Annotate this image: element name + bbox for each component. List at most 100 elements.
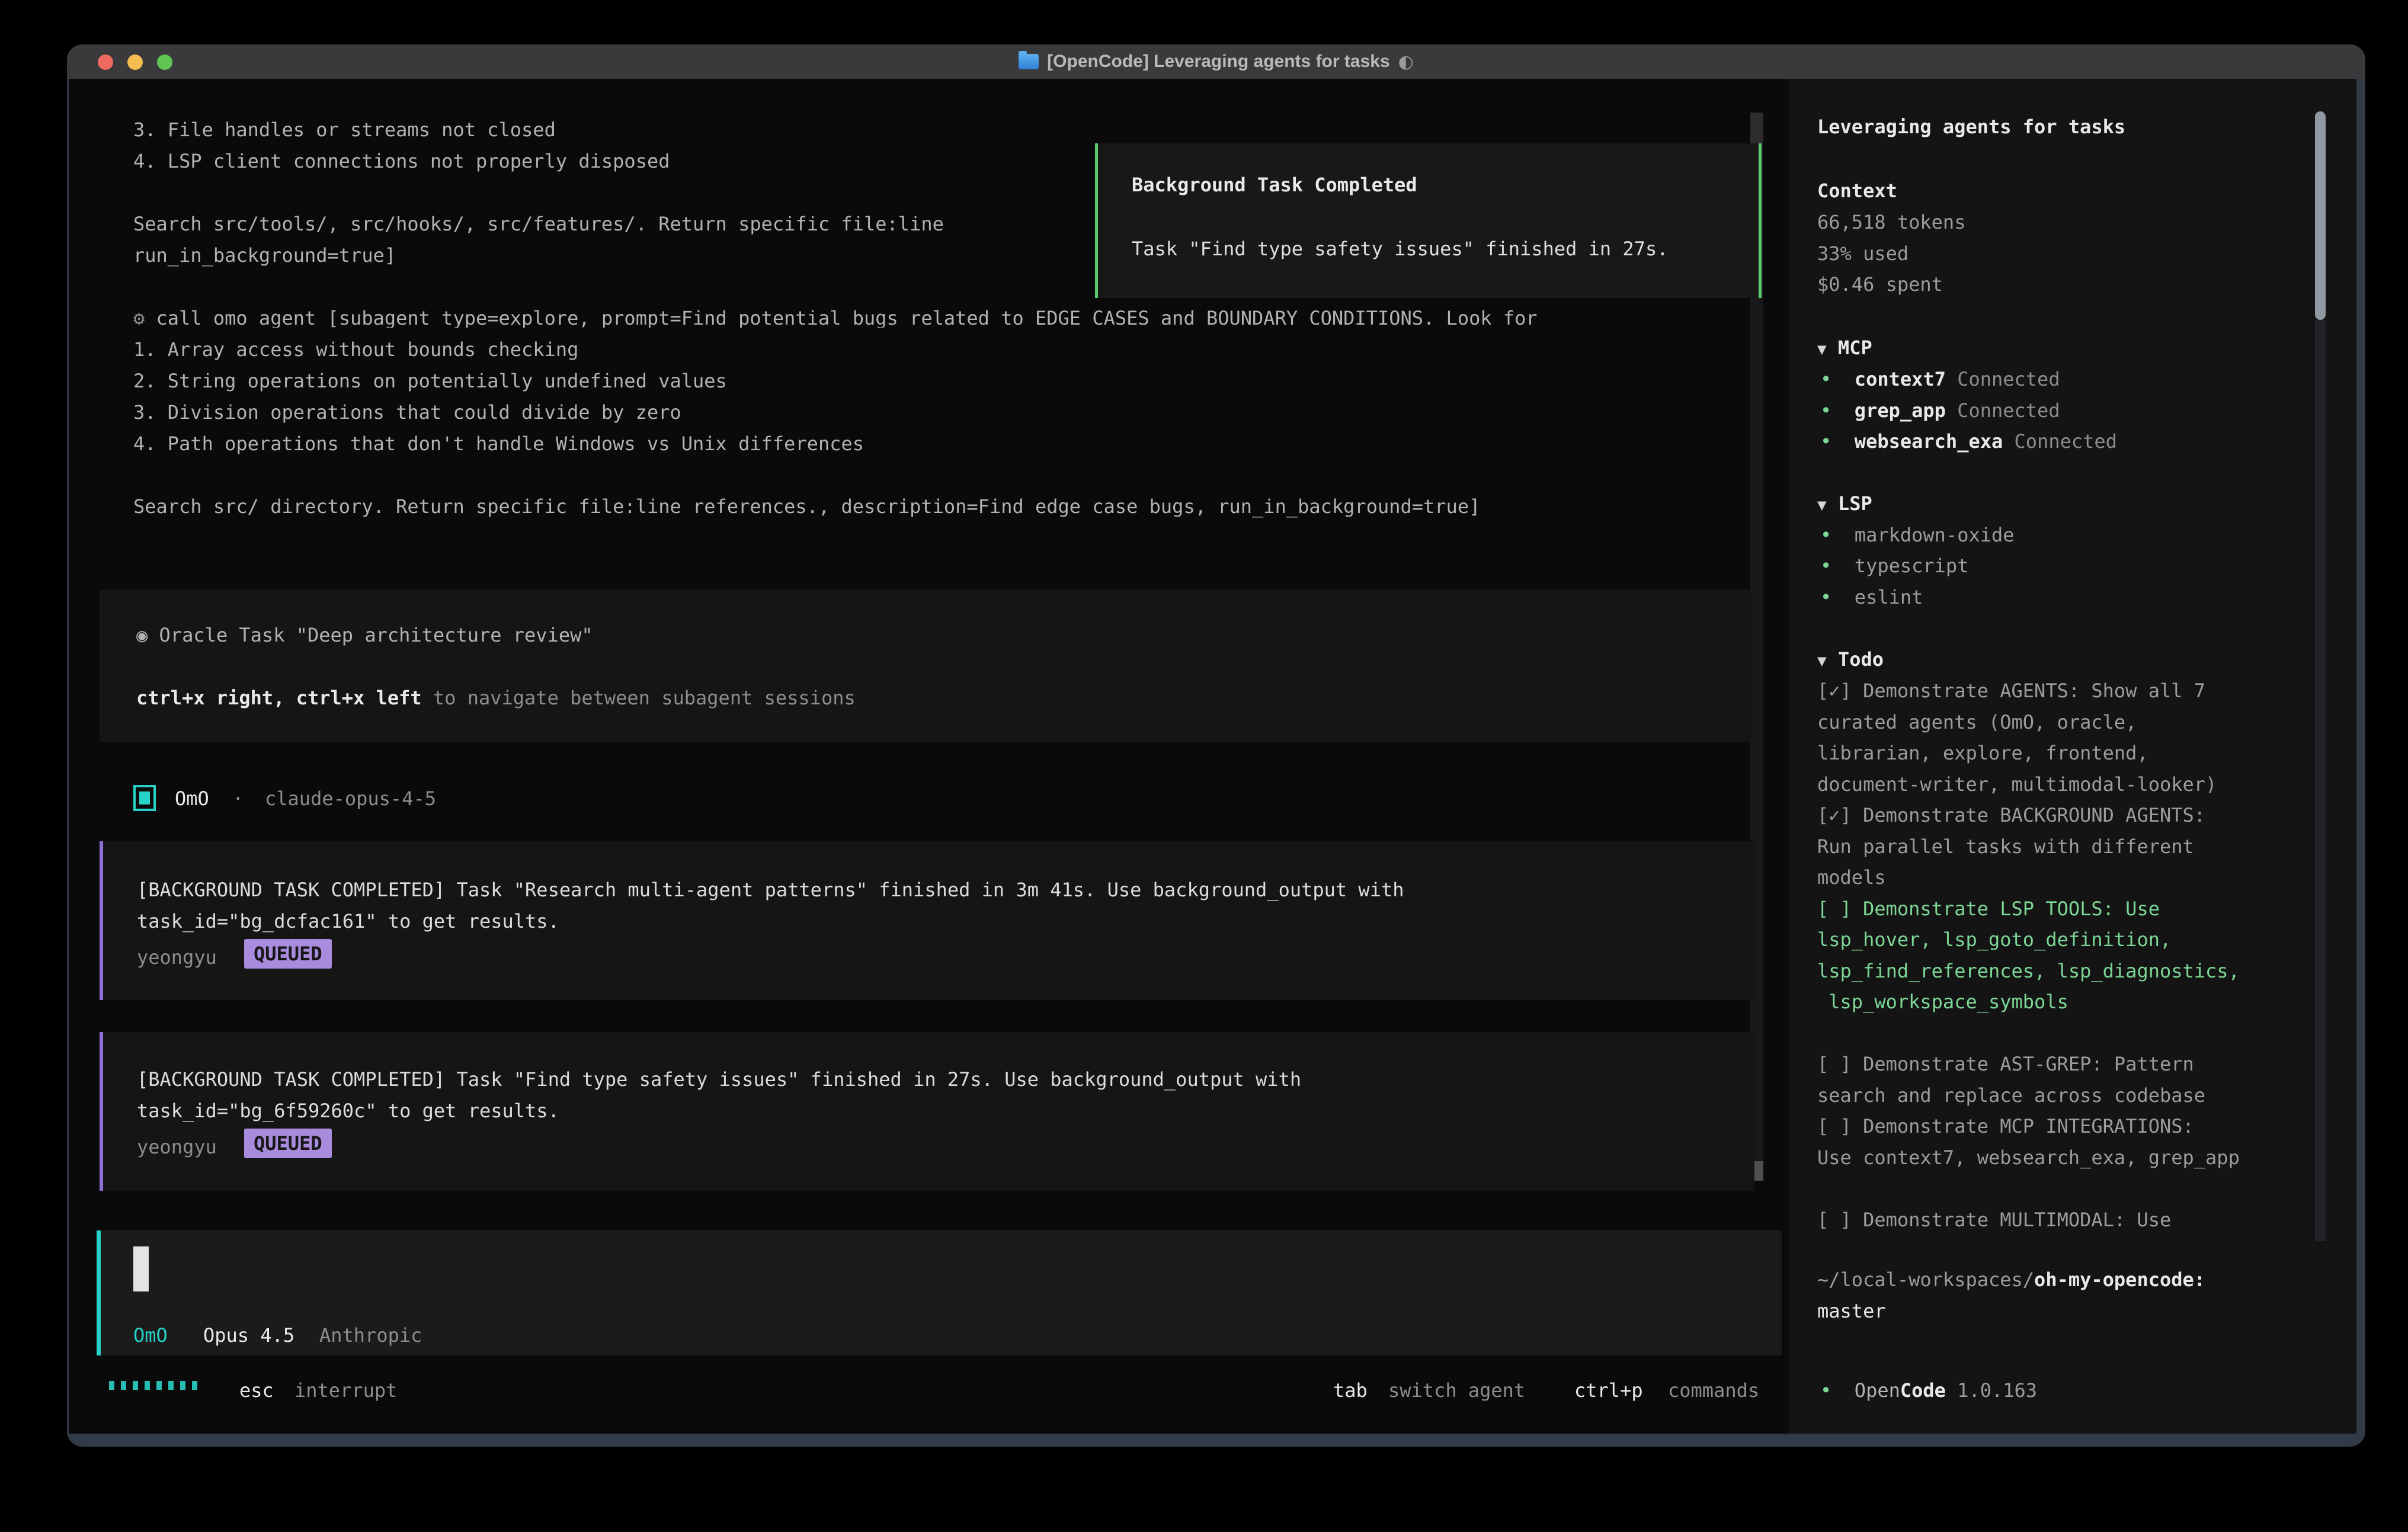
session-title: Leveraging agents for tasks	[1817, 117, 2125, 136]
terminal-viewport: 3. File handles or streams not closed 4.…	[69, 79, 2356, 1434]
context-heading: Context	[1817, 181, 1897, 200]
status-badge: QUEUED	[244, 1129, 332, 1158]
todo-line: [ ] Demonstrate MCP INTEGRATIONS:	[1817, 1117, 2194, 1136]
background-task-notification: Background Task Completed Task "Find typ…	[1095, 143, 1762, 298]
lsp-section-header[interactable]: ▼ LSP	[1817, 494, 1872, 513]
status-badge: QUEUED	[244, 939, 332, 969]
minimize-button[interactable]	[127, 55, 143, 70]
window-title: [OpenCode] Leveraging agents for tasks	[1047, 52, 1389, 72]
transcript-line: run_in_background=true]	[133, 246, 396, 265]
todo-line-active: [ ] Demonstrate LSP TOOLS: Use	[1817, 899, 2160, 918]
lsp-item: • typescript	[1820, 556, 1968, 575]
transcript-line: 4. LSP client connections not properly d…	[133, 152, 670, 171]
sidebar-scrollbar-track[interactable]	[2315, 320, 2326, 1241]
lsp-item: • eslint	[1820, 588, 1923, 607]
agent-model: claude-opus-4-5	[265, 789, 436, 808]
window-title-group: [OpenCode] Leveraging agents for tasks ◐	[1019, 52, 1414, 72]
oracle-task-panel: ◉ Oracle Task "Deep architecture review"…	[100, 589, 1751, 742]
esc-key-hint: esc	[239, 1381, 274, 1400]
chevron-down-icon: ▼	[1817, 496, 1827, 514]
todo-line: [✓] Demonstrate BACKGROUND AGENTS:	[1817, 806, 2205, 825]
bullet-icon: •	[1820, 586, 1831, 608]
input-model[interactable]: Opus 4.5	[203, 1326, 294, 1345]
bullet-icon: •	[1820, 368, 1831, 390]
record-circle-icon: ◉	[136, 624, 148, 646]
agent-separator: ·	[232, 789, 244, 808]
background-task-card: [BACKGROUND TASK COMPLETED] Task "Resear…	[100, 841, 1754, 1000]
lsp-item: • markdown-oxide	[1820, 525, 2015, 544]
titlebar: [OpenCode] Leveraging agents for tasks ◐	[67, 44, 2365, 79]
mcp-section-header[interactable]: ▼ MCP	[1817, 338, 1872, 357]
input-provider: Anthropic	[319, 1326, 422, 1345]
mcp-item: • websearch_exa Connected	[1820, 432, 2117, 451]
folder-icon	[1019, 54, 1039, 69]
todo-line: [ ] Demonstrate AST-GREP: Pattern	[1817, 1055, 2194, 1073]
todo-line-active: lsp_workspace_symbols	[1817, 992, 2068, 1011]
todo-line: search and replace across codebase	[1817, 1086, 2205, 1105]
oracle-hint: ctrl+x right, ctrl+x left to navigate be…	[136, 688, 856, 707]
bullet-icon: •	[1820, 399, 1831, 422]
chevron-down-icon: ▼	[1817, 652, 1827, 670]
mcp-item: • grep_app Connected	[1820, 401, 2060, 420]
todo-line-active: lsp_hover, lsp_goto_definition,	[1817, 930, 2171, 949]
prompt-input[interactable]: OmO Opus 4.5 Anthropic	[97, 1230, 1782, 1355]
todo-line: librarian, explore, frontend,	[1817, 743, 2148, 762]
hint-text: to navigate between subagent sessions	[422, 687, 856, 709]
tool-call-item: 2. String operations on potentially unde…	[133, 371, 727, 390]
task-user: yeongyu	[137, 1137, 217, 1156]
hint-keys: ctrl+x right, ctrl+x left	[136, 687, 422, 709]
tool-call-item: 1. Array access without bounds checking	[133, 340, 578, 359]
app-window: [OpenCode] Leveraging agents for tasks ◐…	[67, 44, 2365, 1447]
task-line2: task_id="bg_dcfac161" to get results.	[137, 912, 559, 931]
transcript-line: 3. File handles or streams not closed	[133, 120, 556, 139]
bullet-icon: •	[1820, 524, 1831, 546]
status-dot-icon: •	[1820, 1379, 1831, 1402]
workspace-path: ~/local-workspaces/oh-my-opencode:	[1817, 1270, 2205, 1289]
todo-line: models	[1817, 868, 1886, 887]
chevron-down-icon: ▼	[1817, 341, 1827, 358]
todo-section-header[interactable]: ▼ Todo	[1817, 650, 1884, 669]
working-spinner	[109, 1381, 197, 1390]
tool-call-line: ⚙ call_omo_agent [subagent_type=explore,…	[133, 309, 1745, 328]
tool-call-tail: Search src/ directory. Return specific f…	[133, 497, 1480, 516]
task-line2: task_id="bg_6f59260c" to get results.	[137, 1101, 559, 1120]
context-spent: $0.46 spent	[1817, 275, 1943, 294]
todo-line: curated agents (OmO, oracle,	[1817, 713, 2137, 732]
sidebar-scrollbar-thumb[interactable]	[2315, 111, 2326, 320]
ctrlp-key-hint: ctrl+p	[1574, 1381, 1643, 1400]
tab-label: switch agent	[1388, 1381, 1525, 1400]
context-used: 33% used	[1817, 244, 1909, 263]
background-task-card: [BACKGROUND TASK COMPLETED] Task "Find t…	[100, 1032, 1754, 1191]
todo-line: document-writer, multimodal-looker)	[1817, 775, 2217, 794]
zoom-button[interactable]	[157, 55, 172, 70]
todo-line: [ ] Demonstrate MULTIMODAL: Use	[1817, 1210, 2171, 1229]
bullet-icon: •	[1820, 430, 1831, 453]
record-indicator-icon: ◐	[1398, 52, 1414, 72]
notification-body: Task "Find type safety issues" finished …	[1132, 239, 1668, 258]
bullet-icon: •	[1820, 555, 1831, 577]
task-user: yeongyu	[137, 948, 217, 967]
tab-key-hint: tab	[1333, 1381, 1368, 1400]
agent-icon	[133, 785, 156, 811]
git-branch: master	[1817, 1302, 1886, 1321]
task-line1: [BACKGROUND TASK COMPLETED] Task "Find t…	[137, 1070, 1301, 1089]
input-agent-name: OmO	[133, 1326, 168, 1345]
main-scrollbar-thumb-top[interactable]	[1750, 113, 1763, 143]
esc-label: interrupt	[294, 1381, 397, 1400]
todo-line-active: lsp_find_references, lsp_diagnostics,	[1817, 961, 2240, 980]
transcript-line: Search src/tools/, src/hooks/, src/featu…	[133, 214, 944, 233]
close-button[interactable]	[98, 55, 113, 70]
tool-call-item: 4. Path operations that don't handle Win…	[133, 434, 864, 453]
agent-name: OmO	[175, 789, 209, 808]
text-cursor	[133, 1246, 149, 1291]
todo-line: [✓] Demonstrate AGENTS: Show all 7	[1817, 681, 2205, 700]
oracle-task-title: ◉ Oracle Task "Deep architecture review"	[136, 626, 593, 645]
notification-title: Background Task Completed	[1132, 175, 1417, 194]
mcp-item: • context7 Connected	[1820, 370, 2060, 389]
gear-icon: ⚙	[133, 309, 145, 328]
screen: [OpenCode] Leveraging agents for tasks ◐…	[0, 0, 2408, 1532]
task-line1: [BACKGROUND TASK COMPLETED] Task "Resear…	[137, 880, 1404, 899]
opencode-version: • OpenCode 1.0.163	[1820, 1381, 2037, 1400]
todo-line: Use context7, websearch_exa, grep_app	[1817, 1148, 2240, 1167]
ctrlp-label: commands	[1668, 1381, 1759, 1400]
